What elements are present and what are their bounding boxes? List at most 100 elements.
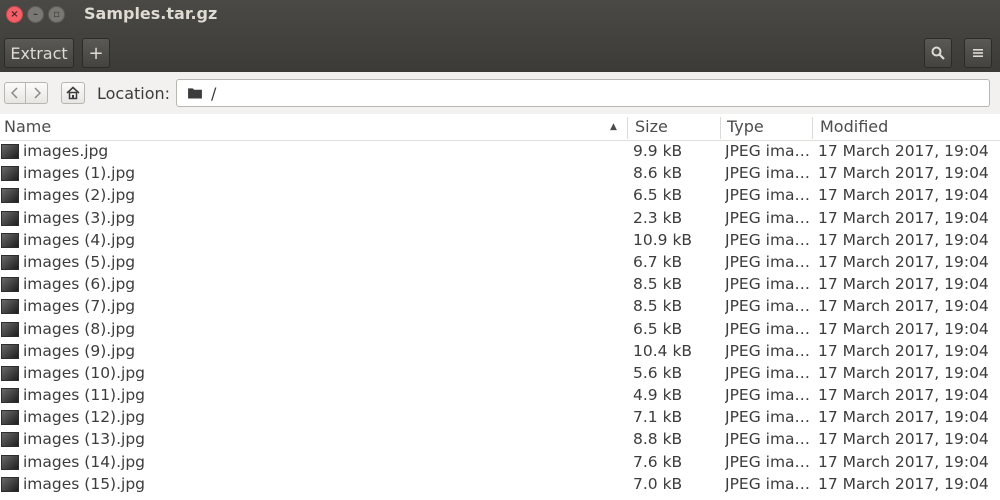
file-row[interactable]: images (13).jpg 8.8 kB JPEG ima… 17 March 2… bbox=[0, 429, 1000, 451]
file-modified: 17 March 2017, 19:04 bbox=[818, 208, 989, 227]
search-button[interactable] bbox=[924, 38, 952, 68]
file-type: JPEG ima… bbox=[725, 275, 811, 294]
file-type: JPEG ima… bbox=[725, 208, 811, 227]
file-size: 6.7 kB bbox=[633, 252, 683, 271]
file-name: images.jpg bbox=[23, 142, 109, 160]
file-type: JPEG ima… bbox=[725, 319, 811, 338]
file-size: 8.6 kB bbox=[633, 164, 683, 183]
file-size: 10.9 kB bbox=[633, 230, 693, 249]
image-file-icon bbox=[1, 254, 19, 270]
file-name: images (12).jpg bbox=[23, 408, 146, 427]
location-label: Location: bbox=[97, 84, 171, 103]
file-row[interactable]: images (7).jpg 8.5 kB JPEG ima… 17 March 20… bbox=[0, 296, 1000, 318]
back-button[interactable] bbox=[4, 82, 26, 104]
location-bar: Location: / bbox=[0, 72, 1000, 115]
file-type: JPEG ima… bbox=[725, 297, 811, 316]
column-name-header[interactable]: Name bbox=[4, 117, 51, 136]
file-name: images (4).jpg bbox=[23, 230, 136, 249]
image-file-icon bbox=[1, 476, 19, 492]
navigation-buttons bbox=[4, 82, 48, 104]
file-name: images (1).jpg bbox=[23, 164, 136, 183]
column-modified-header[interactable]: Modified bbox=[820, 117, 888, 136]
file-row[interactable]: images (14).jpg 7.6 kB JPEG ima… 17 March 2… bbox=[0, 452, 1000, 474]
window-title: Samples.tar.gz bbox=[84, 4, 218, 23]
column-separator bbox=[812, 117, 813, 139]
file-type: JPEG ima… bbox=[725, 252, 811, 271]
image-file-icon bbox=[1, 388, 19, 404]
file-row[interactable]: images (2).jpg 6.5 kB JPEG ima… 17 March 20… bbox=[0, 185, 1000, 207]
image-file-icon bbox=[1, 144, 19, 159]
image-file-icon bbox=[1, 277, 19, 293]
file-row[interactable]: images (1).jpg 8.6 kB JPEG ima… 17 March 20… bbox=[0, 163, 1000, 185]
file-size: 8.5 kB bbox=[633, 297, 683, 316]
file-name: images (3).jpg bbox=[23, 208, 136, 227]
file-size: 2.3 kB bbox=[633, 208, 683, 227]
forward-button[interactable] bbox=[26, 82, 48, 104]
extract-button[interactable]: Extract bbox=[4, 38, 74, 68]
file-type: JPEG ima… bbox=[725, 408, 811, 427]
file-name: images (13).jpg bbox=[23, 430, 146, 449]
file-modified: 17 March 2017, 19:04 bbox=[818, 452, 989, 471]
file-size: 4.9 kB bbox=[633, 386, 683, 405]
file-name: images (2).jpg bbox=[23, 186, 136, 205]
file-row[interactable]: images (15).jpg 7.0 kB JPEG ima… 17 March 2… bbox=[0, 474, 1000, 496]
column-type-header[interactable]: Type bbox=[727, 117, 764, 136]
file-row[interactable]: images (11).jpg 4.9 kB JPEG ima… 17 March 2… bbox=[0, 385, 1000, 407]
file-name: images (5).jpg bbox=[23, 252, 136, 271]
file-modified: 17 March 2017, 19:04 bbox=[818, 363, 989, 382]
file-modified: 17 March 2017, 19:04 bbox=[818, 430, 989, 449]
file-row[interactable]: images (9).jpg 10.4 kB JPEG ima… 17 March 2… bbox=[0, 341, 1000, 363]
file-modified: 17 March 2017, 19:04 bbox=[818, 164, 989, 183]
menu-button[interactable] bbox=[964, 38, 992, 68]
file-size: 10.4 kB bbox=[633, 341, 693, 360]
add-files-button[interactable]: + bbox=[82, 38, 110, 68]
file-type: JPEG ima… bbox=[725, 164, 811, 183]
image-file-icon bbox=[1, 365, 19, 381]
file-modified: 17 March 2017, 19:04 bbox=[818, 186, 989, 205]
sort-ascending-icon: ▲ bbox=[610, 122, 617, 132]
file-name: images (8).jpg bbox=[23, 319, 136, 338]
file-row[interactable]: images.jpg 9.9 kB JPEG ima… 17 March 2017, … bbox=[0, 141, 1000, 163]
file-size: 9.9 kB bbox=[633, 142, 683, 160]
image-file-icon bbox=[1, 454, 19, 470]
file-size: 7.0 kB bbox=[633, 474, 683, 493]
file-row[interactable]: images (12).jpg 7.1 kB JPEG ima… 17 March 2… bbox=[0, 407, 1000, 429]
file-modified: 17 March 2017, 19:04 bbox=[818, 297, 989, 316]
image-file-icon bbox=[1, 210, 19, 226]
file-row[interactable]: images (6).jpg 8.5 kB JPEG ima… 17 March 20… bbox=[0, 274, 1000, 296]
close-window-button[interactable]: × bbox=[6, 6, 23, 23]
file-size: 6.5 kB bbox=[633, 319, 683, 338]
file-name: images (6).jpg bbox=[23, 275, 136, 294]
file-size: 5.6 kB bbox=[633, 363, 683, 382]
location-field[interactable]: / bbox=[176, 79, 990, 107]
maximize-window-button[interactable]: ▫ bbox=[48, 6, 65, 23]
file-modified: 17 March 2017, 19:04 bbox=[818, 341, 989, 360]
home-button[interactable] bbox=[61, 82, 85, 104]
file-type: JPEG ima… bbox=[725, 142, 811, 160]
column-size-header[interactable]: Size bbox=[635, 117, 668, 136]
file-type: JPEG ima… bbox=[725, 386, 811, 405]
home-icon bbox=[66, 86, 80, 100]
file-row[interactable]: images (10).jpg 5.6 kB JPEG ima… 17 March 2… bbox=[0, 363, 1000, 385]
file-size: 8.5 kB bbox=[633, 275, 683, 294]
hamburger-menu-icon bbox=[973, 49, 983, 57]
file-row[interactable]: images (5).jpg 6.7 kB JPEG ima… 17 March 20… bbox=[0, 252, 1000, 274]
file-size: 8.8 kB bbox=[633, 430, 683, 449]
file-size: 7.6 kB bbox=[633, 452, 683, 471]
file-name: images (10).jpg bbox=[23, 363, 146, 382]
file-type: JPEG ima… bbox=[725, 363, 811, 382]
file-list: images.jpg 9.9 kB JPEG ima… 17 March 2017, … bbox=[0, 141, 1000, 496]
file-type: JPEG ima… bbox=[725, 186, 811, 205]
chevron-left-icon bbox=[11, 87, 18, 99]
file-modified: 17 March 2017, 19:04 bbox=[818, 408, 989, 427]
image-file-icon bbox=[1, 166, 19, 182]
file-row[interactable]: images (4).jpg 10.9 kB JPEG ima… 17 March 2… bbox=[0, 230, 1000, 252]
image-file-icon bbox=[1, 188, 19, 204]
folder-icon bbox=[188, 88, 202, 99]
minimize-window-button[interactable]: – bbox=[27, 6, 44, 23]
column-separator bbox=[627, 117, 628, 139]
file-row[interactable]: images (3).jpg 2.3 kB JPEG ima… 17 March 20… bbox=[0, 208, 1000, 230]
file-name: images (14).jpg bbox=[23, 452, 146, 471]
file-row[interactable]: images (8).jpg 6.5 kB JPEG ima… 17 March 20… bbox=[0, 319, 1000, 341]
image-file-icon bbox=[1, 343, 19, 359]
